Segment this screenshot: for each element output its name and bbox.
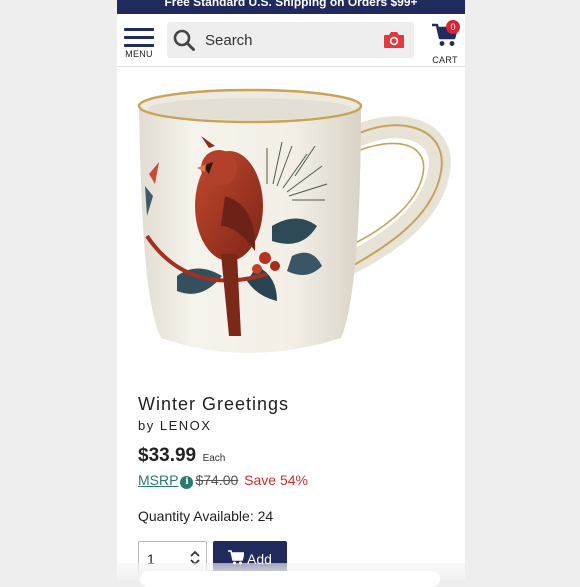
quantity-available: Quantity Available: 24 <box>138 508 274 524</box>
product-brand[interactable]: by LENOX <box>138 418 211 433</box>
menu-label: MENU <box>125 49 153 59</box>
product-page: Free Standard U.S. Shipping on Orders $9… <box>117 0 465 580</box>
msrp-link[interactable]: MSRP <box>138 472 178 488</box>
product-title: Winter Greetings <box>138 394 290 414</box>
price-unit: Each <box>202 453 226 464</box>
product-image[interactable] <box>117 76 465 376</box>
cardinal-mug-image <box>137 88 451 353</box>
search-input[interactable]: Search <box>205 32 253 49</box>
msrp-row: MSRP i $74.00 Save 54% <box>138 472 308 489</box>
search-bar[interactable]: Search <box>167 22 414 58</box>
savings-text: Save 54% <box>244 472 308 488</box>
browser-bottom-bar <box>140 571 440 587</box>
hamburger-icon <box>124 28 154 47</box>
cart-button[interactable]: 0 CART <box>429 20 461 65</box>
menu-button[interactable]: MENU <box>123 28 155 59</box>
msrp-price: $74.00 <box>195 472 239 488</box>
price-row: $33.99 Each <box>138 445 225 467</box>
info-icon[interactable]: i <box>180 476 194 489</box>
search-icon[interactable] <box>173 29 195 56</box>
cart-count-badge: 0 <box>446 20 460 34</box>
promo-banner-text: Free Standard U.S. Shipping on Orders $9… <box>164 0 418 9</box>
cart-label: CART <box>432 55 458 65</box>
price-value: $33.99 <box>138 445 197 466</box>
site-header: MENU Search 0 CART <box>117 14 465 67</box>
camera-search-icon[interactable] <box>383 30 405 55</box>
promo-banner[interactable]: Free Standard U.S. Shipping on Orders $9… <box>117 0 465 14</box>
